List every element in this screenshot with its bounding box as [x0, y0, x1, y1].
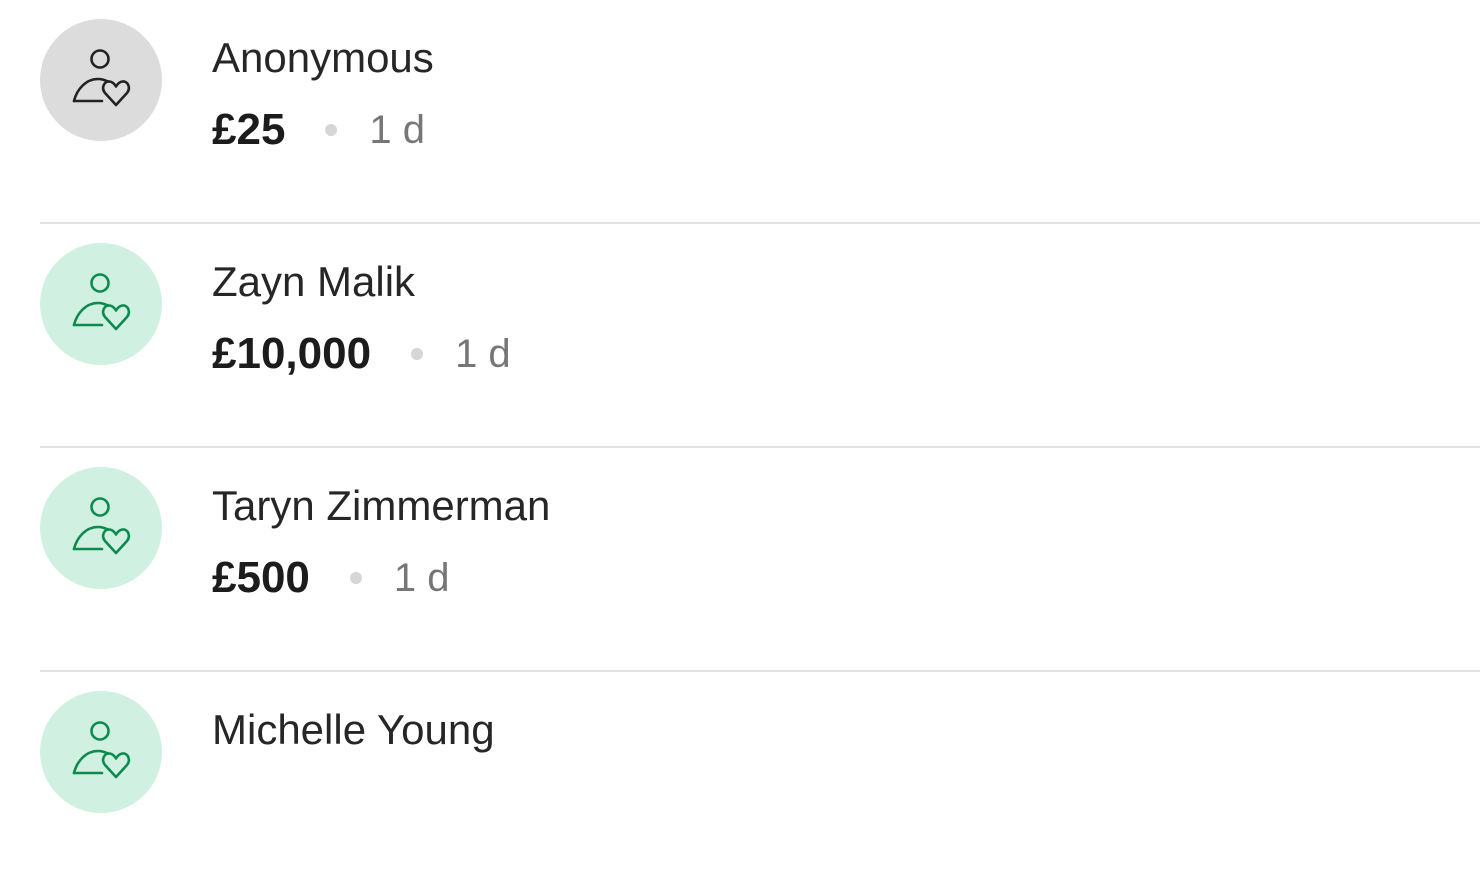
person-heart-icon: [72, 497, 131, 555]
donation-time: 1 d: [393, 556, 450, 600]
donation-meta: £25 1 d: [212, 104, 425, 156]
person-heart-icon: [72, 721, 131, 779]
separator-dot: [411, 348, 424, 360]
donor-name: Zayn Malik: [212, 258, 416, 305]
donation-amount: £10,000: [212, 329, 372, 378]
donor-name: Anonymous: [212, 34, 434, 81]
donation-item[interactable]: Taryn Zimmerman £500 1 d: [40, 448, 1480, 672]
donation-meta: £10,000 1 d: [212, 328, 511, 380]
donation-amount: £500: [212, 553, 310, 602]
donation-item[interactable]: Anonymous £25 1 d: [40, 0, 1480, 224]
donor-name: Taryn Zimmerman: [212, 482, 551, 529]
donation-item[interactable]: Zayn Malik £10,000 1 d: [40, 224, 1480, 448]
avatar: [40, 243, 162, 365]
donation-list: Anonymous £25 1 d Zayn Malik £10,000 1 d: [40, 0, 1480, 896]
separator-dot: [349, 572, 362, 584]
person-heart-icon: [72, 49, 131, 107]
donor-name: Michelle Young: [212, 706, 495, 753]
separator-dot: [325, 124, 338, 136]
avatar: [40, 19, 162, 141]
donation-time: 1 d: [369, 108, 426, 152]
donation-time: 1 d: [455, 332, 511, 376]
donation-amount: £25: [212, 105, 286, 154]
avatar: [40, 691, 162, 813]
person-heart-icon: [72, 273, 131, 331]
avatar: [40, 467, 162, 589]
donation-meta: £500 1 d: [212, 552, 450, 604]
donation-item[interactable]: Michelle Young: [40, 672, 1480, 896]
